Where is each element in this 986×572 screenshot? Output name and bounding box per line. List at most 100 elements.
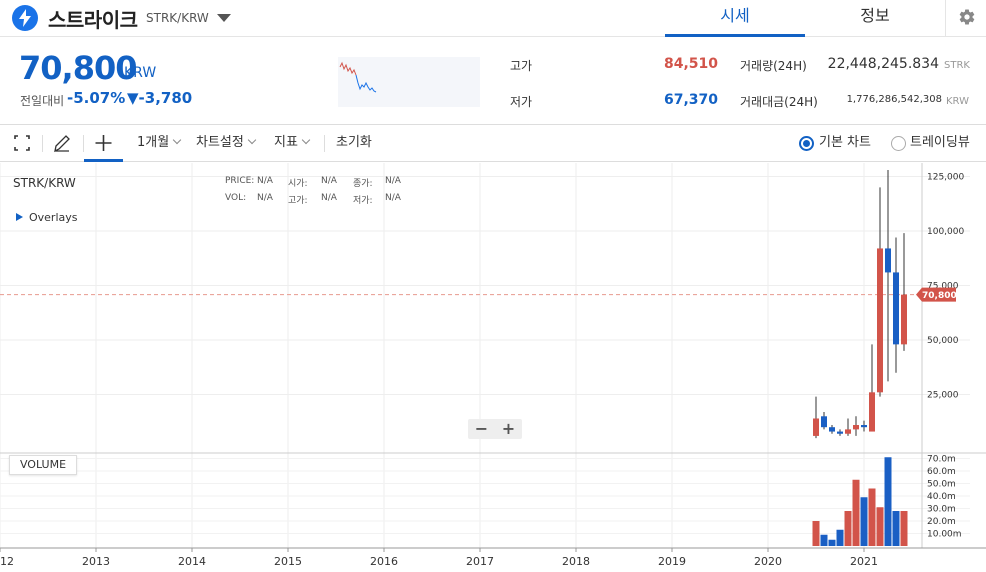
coin-select-caret-icon[interactable] [217,14,231,22]
y-tick-label: 25,000 [927,391,959,401]
overlays-label: Overlays [29,211,78,224]
candle-body [813,418,819,436]
x-tick-label: 2019 [658,555,686,568]
candle-body [853,425,859,430]
volume-24h-label: 거래량(24H) [740,59,807,73]
candle-body [885,248,891,273]
candle-body [877,248,883,393]
candle-body [845,429,851,434]
volume-tick-label: 40.0m [927,492,956,502]
amount-24h-unit: KRW [946,96,969,107]
draw-pencil-icon[interactable] [52,125,72,162]
x-tick-label: 2014 [178,555,206,568]
period-select[interactable]: 1개월 [137,125,182,162]
volume-button[interactable]: VOLUME [9,455,77,475]
coin-pair: STRK/KRW [146,11,209,25]
volume-bar [860,497,868,546]
low-info-label: 저가: [353,196,373,206]
tab-sise[interactable]: 시세 [665,0,805,37]
volume-24h-unit: STRK [944,60,970,71]
x-tick-label: 2018 [562,555,590,568]
gear-icon[interactable] [945,0,986,37]
toolbar-divider [42,135,43,152]
zoom-control: − + [468,419,522,439]
tab-info[interactable]: 정보 [805,0,945,37]
high-info-label: 고가: [288,196,308,206]
candle-body [829,427,835,432]
x-tick-label: 12 [0,555,14,568]
volume-bar [828,539,836,546]
current-price: 70,800 [19,49,137,87]
low-info-value: N/A [385,193,401,203]
volume-bar [812,521,820,546]
chevron-down-icon [301,135,311,145]
price-panel: 70,800 KRW 전일대비 -5.07% ▼-3,780 고가 84,510… [0,37,986,125]
volume-tick-label: 10.00m [927,530,962,540]
play-triangle-icon [16,213,23,221]
volume-24h-value: 22,448,245.834 [827,56,939,72]
x-tick-label: 2017 [466,555,494,568]
price-info-label: PRICE: [225,176,255,186]
candle-body [821,416,827,428]
open-info-value: N/A [321,176,337,186]
volume-bar [892,511,900,546]
coin-logo-icon [12,5,38,31]
x-tick-label: 2015 [274,555,302,568]
candle-body [861,425,867,428]
x-tick-label: 2016 [370,555,398,568]
chart-settings-menu[interactable]: 차트설정 [196,125,257,162]
candle-body [869,392,875,432]
vol-info-label: VOL: [225,193,247,203]
volume-bar [876,507,884,546]
chevron-down-icon [172,135,182,145]
x-tick-label: 2021 [850,555,878,568]
volume-bar [900,511,908,546]
tradingview-radio[interactable] [891,136,906,151]
crosshair-icon[interactable] [84,125,123,162]
close-info-value: N/A [385,176,401,186]
candle-body [837,431,843,434]
amount-24h-value: 1,776,286,542,308 [846,94,942,105]
basic-chart-radio[interactable] [799,136,814,151]
zoom-in-button[interactable]: + [495,419,522,439]
coin-name: 스트라이크 [48,8,138,32]
open-info-label: 시가: [288,179,308,189]
low-label: 저가 [510,95,533,109]
high-info-value: N/A [321,193,337,203]
price-unit: KRW [124,65,157,81]
volume-tick-label: 30.0m [927,505,956,515]
vol-info-value: N/A [257,193,273,203]
tradingview-label[interactable]: 트레이딩뷰 [910,125,970,162]
x-tick-label: 2013 [82,555,110,568]
change-amount: ▼-3,780 [127,89,193,107]
volume-bar [836,529,844,546]
fullscreen-icon[interactable] [12,125,32,162]
overlays-toggle[interactable]: Overlays [16,211,78,224]
current-price-tag: 70,800 [916,287,957,302]
indicators-label: 지표 [274,135,298,150]
volume-bar [868,488,876,546]
candle-body [901,294,907,345]
volume-tick-label: 20.0m [927,517,956,527]
volume-bar [820,534,828,546]
chevron-down-icon [247,135,257,145]
change-rate: -5.07% [67,89,126,107]
change-label: 전일대비 [20,94,65,108]
period-select-label: 1개월 [137,135,170,150]
candlestick-chart[interactable]: 12 2013 2014 2015 2016 2017 2018 2019 2020 2021 12… [0,163,986,572]
chart-settings-label: 차트설정 [196,135,244,150]
price-chart-area[interactable]: 12 2013 2014 2015 2016 2017 2018 2019 2020 2021 12… [0,163,986,572]
volume-tick-label: 50.0m [927,480,956,490]
y-tick-label: 50,000 [927,336,959,346]
close-info-label: 종가: [353,179,373,189]
reset-button[interactable]: 초기화 [336,125,372,162]
basic-chart-label[interactable]: 기본 차트 [819,125,871,162]
high-value: 84,510 [663,56,718,72]
zoom-out-button[interactable]: − [468,419,495,439]
indicators-menu[interactable]: 지표 [274,125,311,162]
current-price-tag-label: 70,800 [922,291,957,301]
volume-tick-label: 60.0m [927,467,956,477]
coin-header: 스트라이크 STRK/KRW 시세 정보 [0,0,986,37]
mini-price-chart [338,57,480,107]
volume-bar [884,457,892,546]
